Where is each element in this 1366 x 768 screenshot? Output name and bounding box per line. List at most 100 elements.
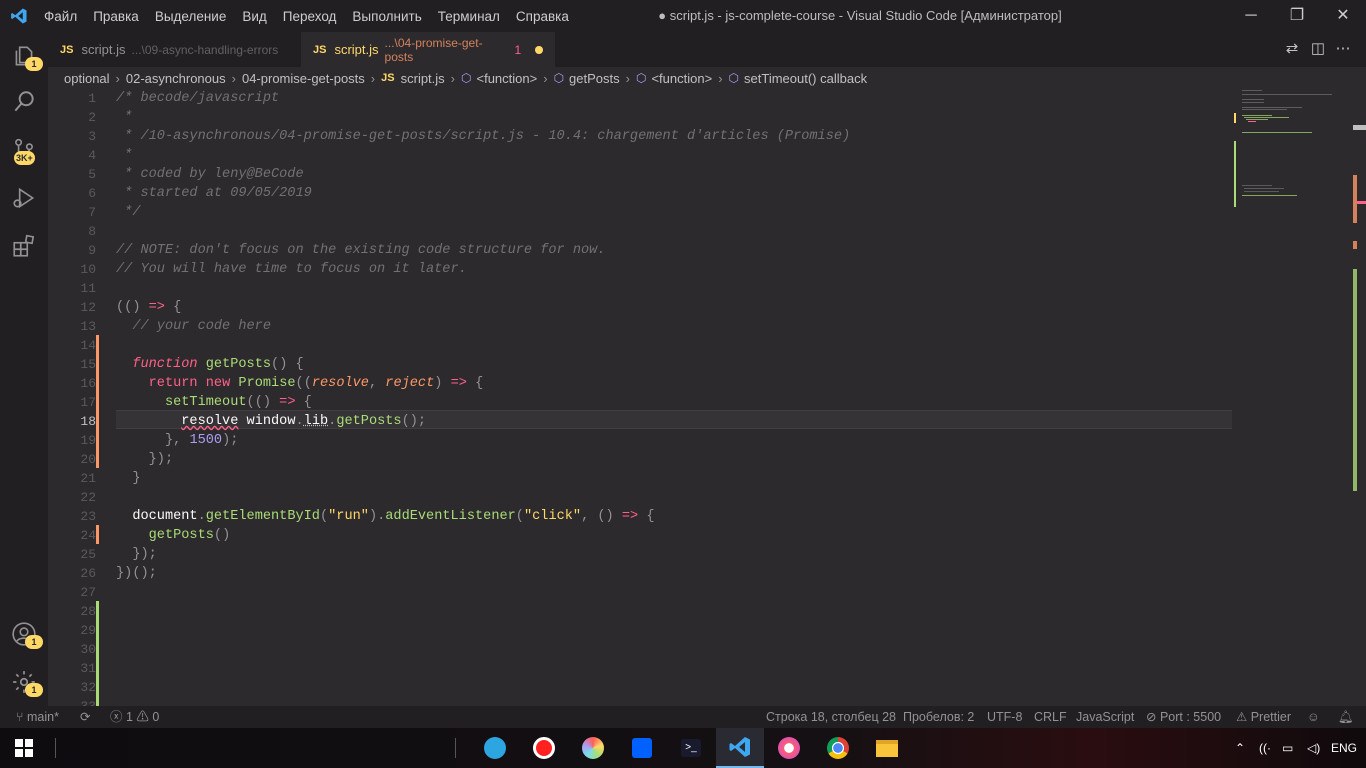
breadcrumb-folder[interactable]: 04-promise-get-posts xyxy=(242,71,365,86)
code-token: "run" xyxy=(328,509,369,524)
terminal-app[interactable]: >_ xyxy=(667,728,715,768)
tab-script-async-errors[interactable]: JS script.js ...\09-async-handling-error… xyxy=(48,32,310,67)
end-of-line[interactable]: CRLF xyxy=(1034,706,1067,728)
warning-icon: ⚠ xyxy=(132,710,153,724)
feedback-icon[interactable]: ☺ xyxy=(1307,706,1320,728)
code-line[interactable]: * coded by leny@BeCode xyxy=(116,165,303,184)
breadcrumb-file[interactable]: script.js xyxy=(401,71,445,86)
bell-icon[interactable]: 🔔︎ xyxy=(1338,706,1354,728)
live-server-port[interactable]: ⊘ Port : 5500 xyxy=(1146,706,1221,728)
indentation[interactable]: Пробелов: 2 xyxy=(903,706,974,728)
code-line[interactable]: * /10-asynchronous/04-promise-get-posts/… xyxy=(116,127,850,146)
code-line[interactable]: })(); xyxy=(116,564,157,583)
code-line[interactable]: }, 1500); xyxy=(116,431,238,450)
more-actions-icon[interactable]: ⋯ xyxy=(1334,40,1352,58)
unsaved-dot-icon[interactable] xyxy=(535,45,543,54)
explorer-button[interactable]: 1 xyxy=(0,32,48,80)
title-bar: Файл Правка Выделение Вид Переход Выполн… xyxy=(0,0,1366,32)
menu-go[interactable]: Переход xyxy=(275,9,345,24)
code-token: })(); xyxy=(116,566,157,581)
code-line[interactable]: function getPosts() { xyxy=(116,355,303,374)
js-file-icon: JS xyxy=(381,72,395,84)
telegram-icon xyxy=(484,737,506,759)
vscode-icon xyxy=(729,737,750,757)
breadcrumb-symbol[interactable]: <function> xyxy=(651,71,712,86)
code-editor[interactable]: 1 /* becode/javascript 2 * 3 * /10-asynchro… xyxy=(48,89,1366,706)
breadcrumb-folder[interactable]: 02-asynchronous xyxy=(126,71,226,86)
prettier-status[interactable]: ⚠ Prettier xyxy=(1236,706,1291,728)
code-token: document xyxy=(116,509,198,524)
menu-run[interactable]: Выполнить xyxy=(344,9,429,24)
code-line[interactable]: */ xyxy=(116,203,140,222)
chevron-up-icon[interactable]: ⌃ xyxy=(1235,728,1245,768)
menu-file[interactable]: Файл xyxy=(36,9,85,24)
manage-button[interactable]: 1 xyxy=(0,658,48,706)
cursor-position[interactable]: Строка 18, столбец 28 xyxy=(766,706,896,728)
code-line[interactable]: * xyxy=(116,108,132,127)
volume-icon[interactable]: ◁) xyxy=(1307,728,1320,768)
code-token: addEventListener xyxy=(385,509,516,524)
close-button[interactable]: ✕ xyxy=(1320,0,1366,32)
tab-path: ...\04-promise-get-posts xyxy=(384,35,483,64)
code-line[interactable]: return new Promise((resolve, reject) => … xyxy=(116,374,484,393)
color-app[interactable] xyxy=(569,728,617,768)
language-mode[interactable]: JavaScript xyxy=(1076,706,1134,728)
problems-indicator[interactable]: ⓧ 1 ⚠ 0 xyxy=(110,706,159,728)
search-button[interactable] xyxy=(0,78,48,126)
code-line[interactable]: // NOTE: don't focus on the existing cod… xyxy=(116,241,605,260)
chrome-app[interactable] xyxy=(814,728,862,768)
js-file-icon: JS xyxy=(60,43,74,56)
menu-view[interactable]: Вид xyxy=(234,9,274,24)
run-debug-button[interactable] xyxy=(0,174,48,222)
extensions-button[interactable] xyxy=(0,222,48,270)
breadcrumb-folder[interactable]: optional xyxy=(64,71,110,86)
tab-script-promise-get-posts[interactable]: JS script.js ...\04-promise-get-posts 1 xyxy=(301,32,555,67)
input-language[interactable]: ENG xyxy=(1331,728,1357,768)
explorer-app[interactable] xyxy=(863,728,911,768)
breadcrumb-symbol[interactable]: <function> xyxy=(477,71,538,86)
menu-terminal[interactable]: Терминал xyxy=(430,9,508,24)
scrollbar[interactable] xyxy=(1353,89,1366,706)
minimize-button[interactable]: ─ xyxy=(1228,0,1274,32)
code-line[interactable]: }); xyxy=(116,545,156,564)
code-line[interactable]: * started at 09/05/2019 xyxy=(116,184,312,203)
breadcrumb-symbol[interactable]: getPosts xyxy=(569,71,620,86)
start-button[interactable] xyxy=(0,728,48,768)
code-line[interactable]: /* becode/javascript xyxy=(116,89,279,108)
restore-button[interactable]: ❐ xyxy=(1274,0,1320,32)
battery-icon[interactable]: ▭ xyxy=(1282,728,1293,768)
code-line[interactable]: document.getElementById("run").addEventL… xyxy=(116,507,654,526)
code-line[interactable]: } xyxy=(116,469,140,488)
git-branch-indicator[interactable]: ⑂ main* xyxy=(16,706,59,728)
vscode-app[interactable] xyxy=(716,728,764,768)
recorder-app[interactable] xyxy=(520,728,568,768)
source-control-badge: 3K+ xyxy=(14,151,35,165)
search-icon xyxy=(14,91,34,112)
source-control-button[interactable]: 3K+ xyxy=(0,126,48,174)
minimap[interactable] xyxy=(1234,89,1354,209)
split-editor-icon[interactable]: ◫ xyxy=(1309,40,1327,58)
wifi-icon[interactable]: ((· xyxy=(1259,728,1271,768)
compare-changes-icon[interactable]: ⇄ xyxy=(1283,40,1301,58)
menu-selection[interactable]: Выделение xyxy=(147,9,235,24)
code-line[interactable]: resolve window.lib.getPosts(); xyxy=(116,412,426,431)
dropbox-app[interactable] xyxy=(618,728,666,768)
code-line[interactable]: (() => { xyxy=(116,298,181,317)
encoding[interactable]: UTF-8 xyxy=(987,706,1022,728)
code-line[interactable]: setTimeout(() => { xyxy=(116,393,312,412)
code-line[interactable]: * xyxy=(116,146,132,165)
accounts-button[interactable]: 1 xyxy=(0,610,48,658)
code-line[interactable]: // your code here xyxy=(116,317,271,336)
menu-edit[interactable]: Правка xyxy=(85,9,147,24)
sync-icon[interactable]: ⟳ xyxy=(80,706,90,728)
breadcrumb-symbol[interactable]: setTimeout() callback xyxy=(744,71,867,86)
code-line[interactable]: // You will have time to focus on it lat… xyxy=(116,260,467,279)
code-line[interactable]: }); xyxy=(116,450,173,469)
code-line[interactable]: getPosts() xyxy=(116,526,231,545)
itunes-app[interactable] xyxy=(765,728,813,768)
telegram-app[interactable] xyxy=(471,728,519,768)
code-token: (() xyxy=(246,395,280,410)
